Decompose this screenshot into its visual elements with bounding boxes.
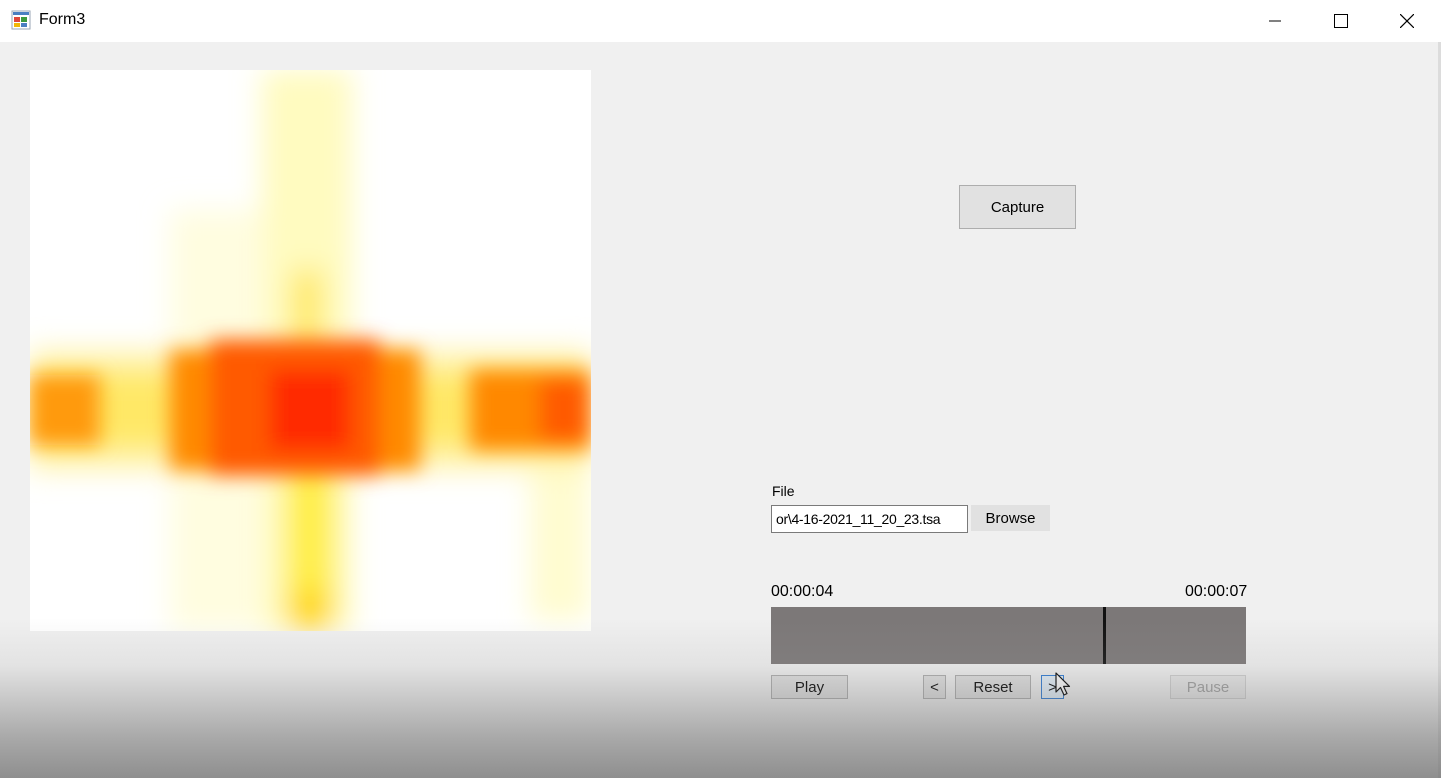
previous-frame-button[interactable]: < bbox=[923, 675, 946, 699]
current-time-label: 00:00:04 bbox=[771, 583, 834, 600]
minimize-icon bbox=[1269, 15, 1281, 27]
maximize-icon bbox=[1334, 14, 1348, 28]
file-path-field[interactable]: or\4-16-2021_11_20_23.tsa bbox=[771, 505, 968, 533]
maximize-button[interactable] bbox=[1308, 0, 1374, 42]
heatmap-image bbox=[30, 70, 591, 631]
windows-form-icon bbox=[11, 10, 31, 30]
title-bar[interactable]: Form3 bbox=[0, 0, 1441, 42]
minimize-button[interactable] bbox=[1242, 0, 1308, 42]
pause-button[interactable]: Pause bbox=[1170, 675, 1246, 699]
playback-track[interactable] bbox=[771, 607, 1246, 664]
close-button[interactable] bbox=[1374, 0, 1440, 42]
playback-position-marker[interactable] bbox=[1103, 607, 1106, 664]
capture-button[interactable]: Capture bbox=[959, 185, 1076, 229]
window-title: Form3 bbox=[39, 11, 86, 28]
reset-button[interactable]: Reset bbox=[955, 675, 1031, 699]
close-icon bbox=[1400, 14, 1414, 28]
browse-button[interactable]: Browse bbox=[971, 505, 1050, 531]
file-label: File bbox=[772, 483, 795, 499]
play-button[interactable]: Play bbox=[771, 675, 848, 699]
total-time-label: 00:00:07 bbox=[1185, 583, 1248, 600]
next-frame-button[interactable]: > bbox=[1041, 675, 1064, 699]
